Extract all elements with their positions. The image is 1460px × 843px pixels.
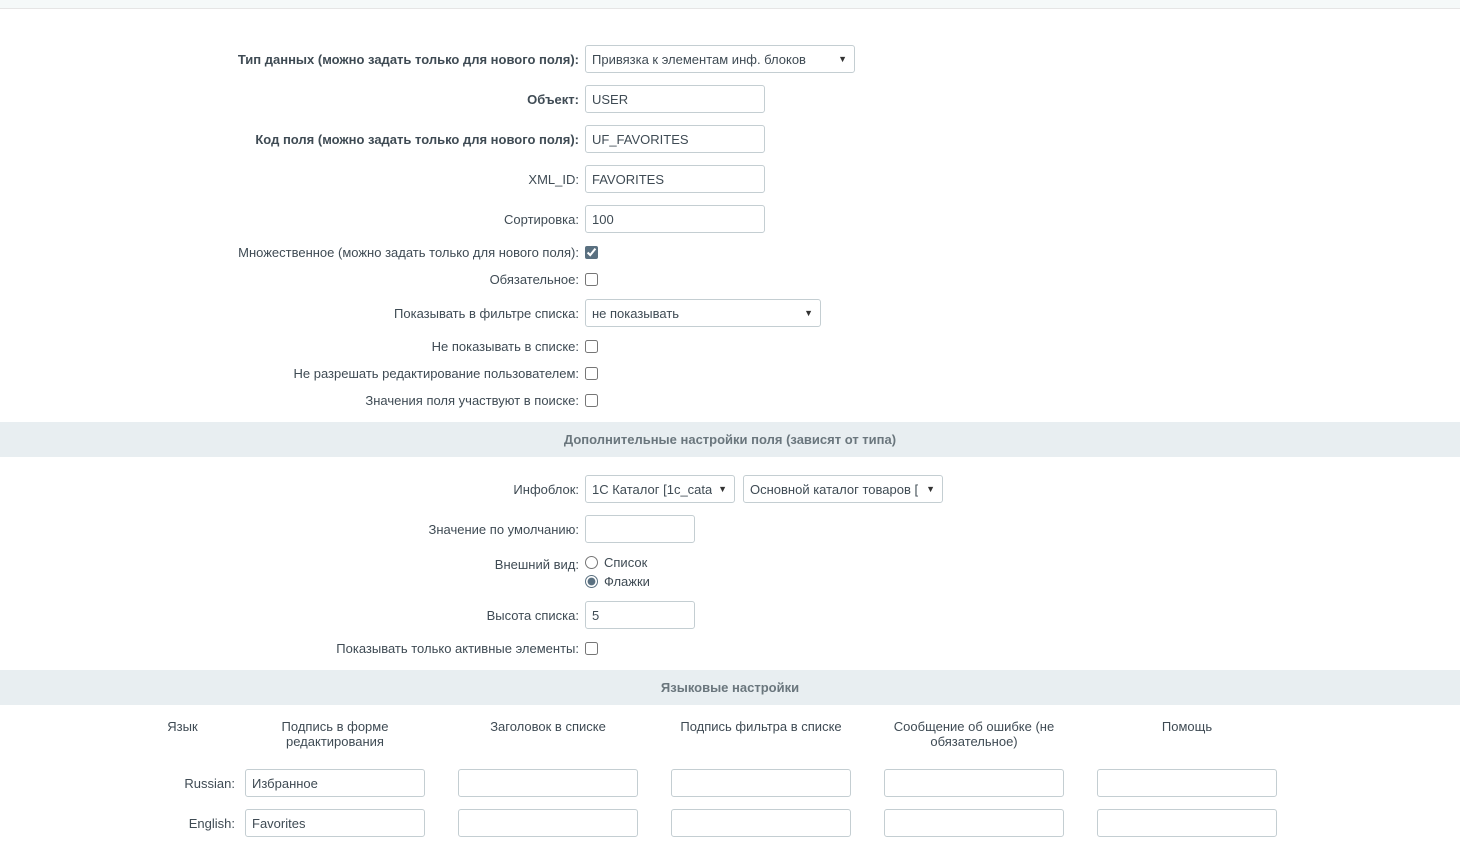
radio-flags-label[interactable]: Флажки [585,574,650,589]
row-sort: Сортировка: [0,199,1460,239]
input-ru-list-header[interactable] [458,769,638,797]
input-default-value[interactable] [585,515,695,543]
section-extra-header: Дополнительные настройки поля (зависят о… [0,422,1460,457]
row-data-type: Тип данных (можно задать только для ново… [0,39,1460,79]
label-multiple: Множественное (можно задать только для н… [0,245,585,260]
input-ru-error-msg[interactable] [884,769,1064,797]
radio-flags[interactable] [585,575,598,588]
row-show-in-filter: Показывать в фильтре списка: не показыва… [0,293,1460,333]
input-en-error-msg[interactable] [884,809,1064,837]
row-appearance: Внешний вид: Список Флажки [0,549,1460,595]
checkbox-hide-in-list[interactable] [585,340,598,353]
label-required: Обязательное: [0,272,585,287]
row-active-only: Показывать только активные элементы: [0,635,1460,670]
lang-col-filter-label: Подпись фильтра в списке [671,719,884,749]
input-list-height[interactable] [585,601,695,629]
checkbox-required[interactable] [585,273,598,286]
input-ru-edit-label[interactable] [245,769,425,797]
input-sort[interactable] [585,205,765,233]
label-list-height: Высота списка: [0,608,585,623]
input-object[interactable] [585,85,765,113]
radio-list-label[interactable]: Список [585,555,650,570]
checkbox-no-user-edit[interactable] [585,367,598,380]
radio-flags-text: Флажки [604,574,650,589]
lang-col-error-msg: Сообщение об ошибке (не обязательное) [884,719,1097,749]
select-data-type[interactable]: Привязка к элементам инф. блоков [585,45,855,73]
lang-col-help: Помощь [1097,719,1310,749]
row-object: Объект: [0,79,1460,119]
row-no-user-edit: Не разрешать редактирование пользователе… [0,360,1460,387]
label-default-value: Значение по умолчанию: [0,522,585,537]
label-appearance: Внешний вид: [0,555,585,572]
input-en-filter-label[interactable] [671,809,851,837]
checkbox-active-only[interactable] [585,642,598,655]
label-hide-in-list: Не показывать в списке: [0,339,585,354]
label-no-user-edit: Не разрешать редактирование пользователе… [0,366,585,381]
label-show-in-filter: Показывать в фильтре списка: [0,306,585,321]
checkbox-multiple[interactable] [585,246,598,259]
input-en-help[interactable] [1097,809,1277,837]
row-required: Обязательное: [0,266,1460,293]
select-infoblock-name[interactable]: Основной каталог товаров [ [743,475,943,503]
input-ru-filter-label[interactable] [671,769,851,797]
lang-row-russian: Russian: [130,763,1330,803]
row-infoblock: Инфоблок: 1C Каталог [1c_cata Основной к… [0,469,1460,509]
row-multiple: Множественное (можно задать только для н… [0,239,1460,266]
input-en-edit-label[interactable] [245,809,425,837]
input-ru-help[interactable] [1097,769,1277,797]
label-object: Объект: [0,92,585,107]
label-active-only: Показывать только активные элементы: [0,641,585,656]
lang-col-list-header: Заголовок в списке [458,719,671,749]
row-xml-id: XML_ID: [0,159,1460,199]
lang-label-russian: Russian: [130,776,245,791]
label-infoblock: Инфоблок: [0,482,585,497]
lang-row-english: English: [130,803,1330,843]
row-field-code: Код поля (можно задать только для нового… [0,119,1460,159]
field-settings-form: Тип данных (можно задать только для ново… [0,8,1460,843]
label-xml-id: XML_ID: [0,172,585,187]
select-infoblock-type[interactable]: 1C Каталог [1c_cata [585,475,735,503]
radio-list-text: Список [604,555,647,570]
select-show-in-filter[interactable]: не показывать [585,299,821,327]
row-hide-in-list: Не показывать в списке: [0,333,1460,360]
input-field-code[interactable] [585,125,765,153]
row-default-value: Значение по умолчанию: [0,509,1460,549]
label-data-type: Тип данных (можно задать только для ново… [0,52,585,67]
label-searchable: Значения поля участвуют в поиске: [0,393,585,408]
section-lang-header: Языковые настройки [0,670,1460,705]
radio-list[interactable] [585,556,598,569]
lang-header-row: Язык Подпись в форме редактирования Заго… [130,719,1330,763]
row-searchable: Значения поля участвуют в поиске: [0,387,1460,422]
label-sort: Сортировка: [0,212,585,227]
lang-label-english: English: [130,816,245,831]
input-xml-id[interactable] [585,165,765,193]
label-field-code: Код поля (можно задать только для нового… [0,132,585,147]
checkbox-searchable[interactable] [585,394,598,407]
input-en-list-header[interactable] [458,809,638,837]
lang-col-lang: Язык [130,719,245,749]
lang-table: Язык Подпись в форме редактирования Заго… [0,705,1460,843]
row-list-height: Высота списка: [0,595,1460,635]
lang-col-edit-label: Подпись в форме редактирования [245,719,458,749]
